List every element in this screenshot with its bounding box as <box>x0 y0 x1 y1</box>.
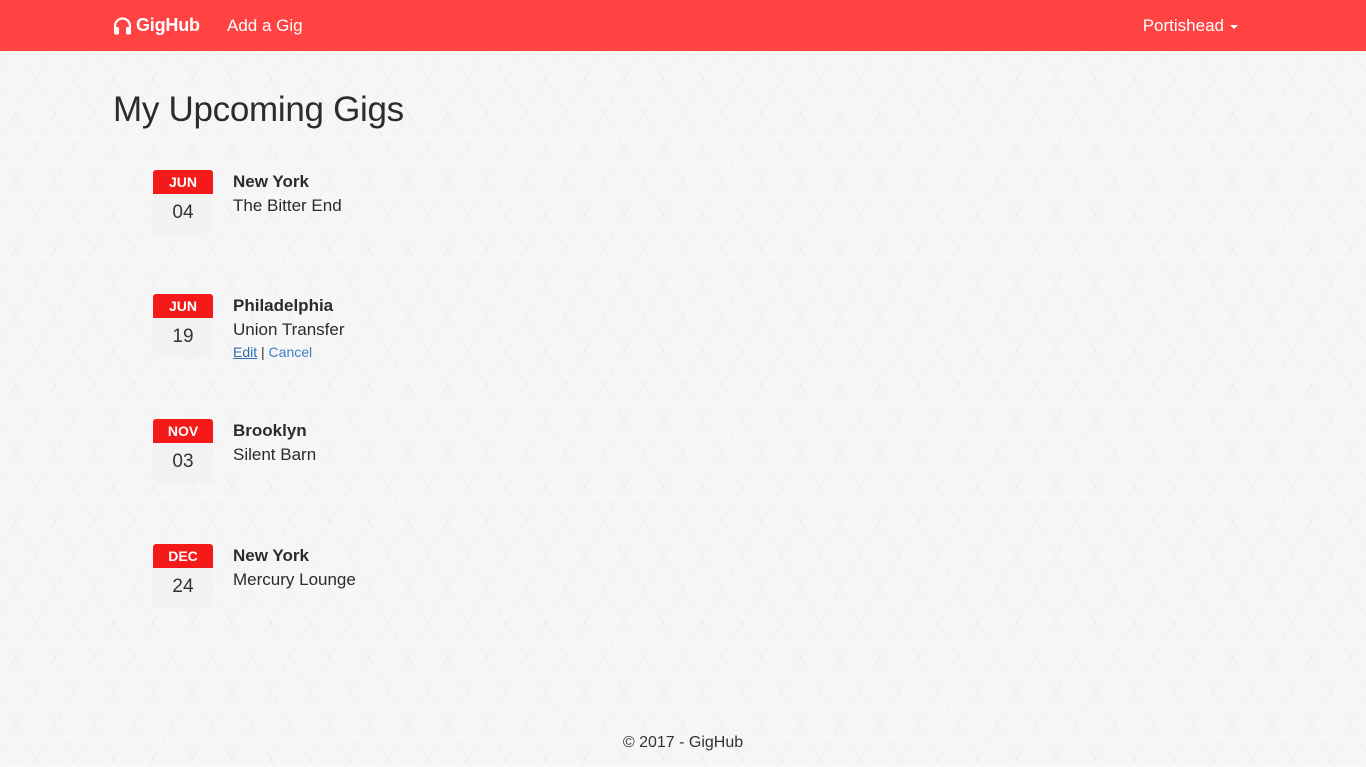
navbar: GigHub Add a Gig Portishead <box>0 0 1366 51</box>
calendar-badge: NOV 03 <box>153 419 213 483</box>
gig-venue: Union Transfer <box>233 320 345 339</box>
gig-month: DEC <box>153 544 213 568</box>
gig-city: New York <box>233 546 309 565</box>
action-separator: | <box>261 344 265 360</box>
caret-down-icon <box>1230 24 1238 29</box>
gig-item: DEC 24 New York Mercury Lounge <box>153 544 553 624</box>
gig-actions: Edit | Cancel <box>233 342 345 362</box>
gig-month: NOV <box>153 419 213 443</box>
gig-venue: The Bitter End <box>233 196 342 215</box>
footer: © 2017 - GigHub <box>0 734 1366 752</box>
gig-month: JUN <box>153 170 213 194</box>
gig-city: Brooklyn <box>233 421 307 440</box>
page-title: My Upcoming Gigs <box>113 90 404 129</box>
cancel-gig-link[interactable]: Cancel <box>269 344 313 360</box>
add-gig-link[interactable]: Add a Gig <box>227 0 303 51</box>
edit-gig-link[interactable]: Edit <box>233 344 257 360</box>
gig-item: JUN 04 New York The Bitter End <box>153 170 553 250</box>
gig-venue: Silent Barn <box>233 445 317 464</box>
user-name: Portishead <box>1142 15 1224 35</box>
brand-link[interactable]: GigHub <box>113 0 200 51</box>
gig-item: NOV 03 Brooklyn Silent Barn <box>153 419 553 499</box>
footer-copyright: © 2017 - GigHub <box>622 734 744 751</box>
gig-venue: Mercury Lounge <box>233 570 356 589</box>
calendar-badge: DEC 24 <box>153 544 213 608</box>
calendar-badge: JUN 04 <box>153 170 213 234</box>
gig-city: Philadelphia <box>233 296 334 315</box>
brand-label: GigHub <box>136 15 200 35</box>
gig-details: Philadelphia Union Transfer Edit | Cance… <box>233 295 345 362</box>
gig-details: Brooklyn Silent Barn <box>233 420 316 467</box>
gig-details: New York The Bitter End <box>233 171 342 218</box>
gig-city: New York <box>233 172 309 191</box>
gig-month: JUN <box>153 294 213 318</box>
user-menu-dropdown[interactable]: Portishead <box>1143 0 1238 51</box>
gig-day: 24 <box>172 576 194 597</box>
gig-day: 19 <box>172 326 194 347</box>
headphones-icon <box>113 16 132 35</box>
gig-item: JUN 19 Philadelphia Union Transfer Edit … <box>153 294 553 374</box>
gig-details: New York Mercury Lounge <box>233 545 356 592</box>
gig-day: 04 <box>172 202 194 223</box>
gig-day: 03 <box>172 451 194 472</box>
calendar-badge: JUN 19 <box>153 294 213 358</box>
